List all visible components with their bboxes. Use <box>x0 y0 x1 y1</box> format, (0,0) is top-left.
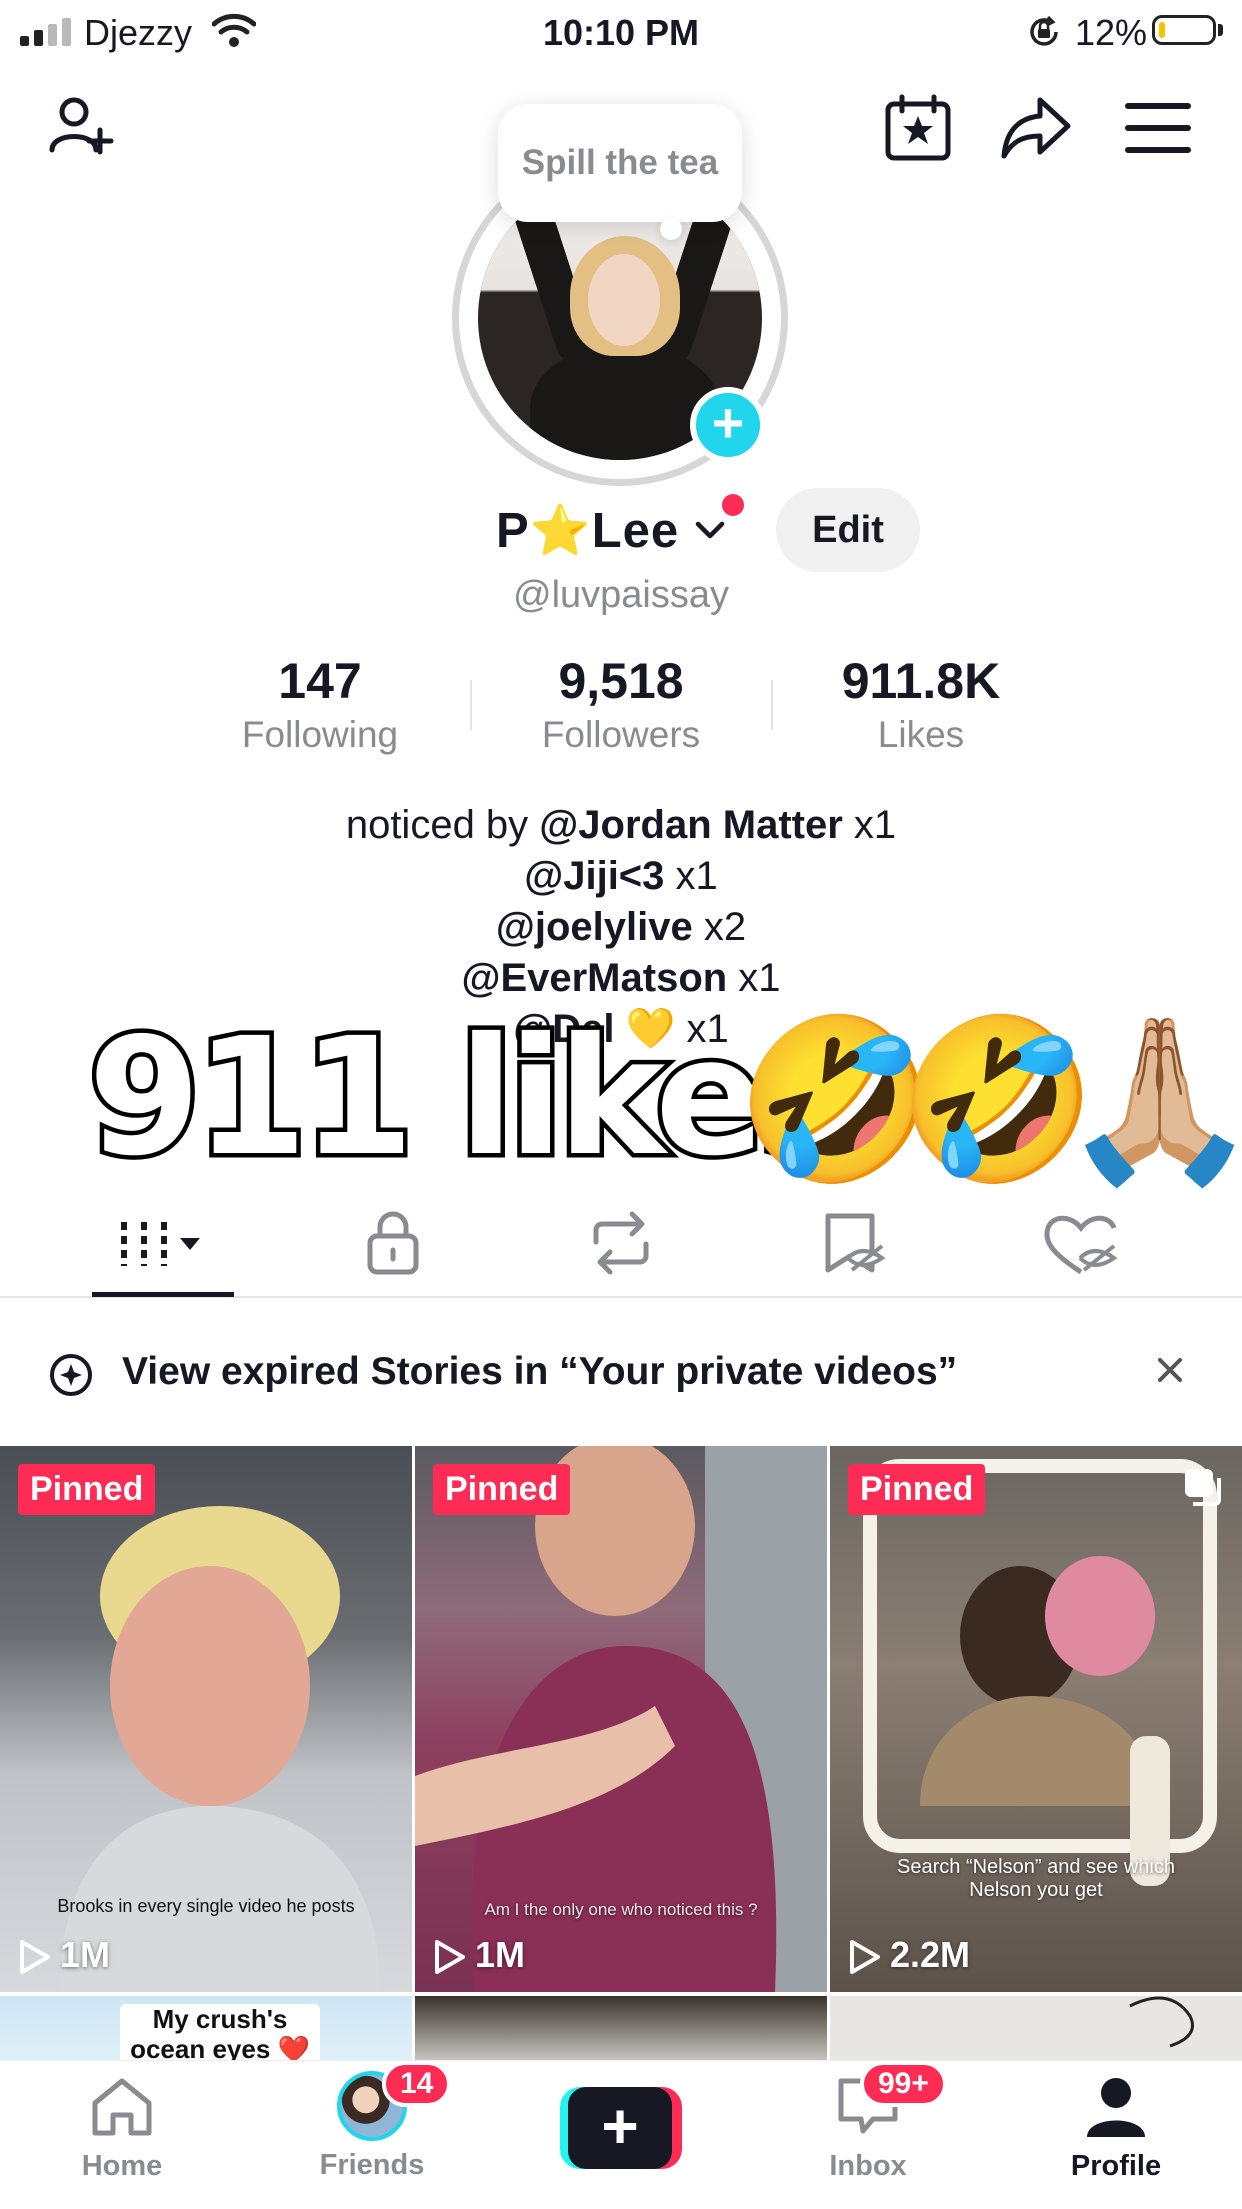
video-caption: Am I the only one who noticed this ? <box>484 1900 758 1919</box>
pinned-badge: Pinned <box>848 1464 986 1515</box>
videos-grid-icon[interactable] <box>118 1208 208 1278</box>
video-thumbnail[interactable]: Pinned Brooks in every single video he p… <box>0 1446 412 1992</box>
profile-tabs <box>0 1190 1242 1298</box>
bio-text: x1 <box>727 956 781 1000</box>
battery-icon <box>1152 15 1216 45</box>
multi-photo-icon <box>1185 1469 1221 1506</box>
battery-percent: 12% <box>1075 12 1148 53</box>
stat-label: Followers <box>541 714 701 755</box>
view-count: 2.2M <box>848 1934 970 1976</box>
display-name[interactable]: P⭐Lee <box>496 502 679 559</box>
create-plus-icon: + <box>568 2087 672 2169</box>
stat-label: Likes <box>877 714 965 755</box>
private-lock-icon[interactable] <box>348 1208 438 1278</box>
create-button[interactable]: + <box>560 2087 682 2169</box>
calendar-star-icon[interactable] <box>882 92 954 164</box>
bio-text: x1 <box>664 854 718 898</box>
status-bar: Djezzy 10:10 PM 12% <box>0 0 1242 64</box>
view-count: 1M <box>18 1934 110 1976</box>
liked-hidden-icon[interactable] <box>1036 1208 1126 1278</box>
pray-emoji: 🙏🏼 <box>1060 1010 1242 1189</box>
friends-badge: 14 <box>382 2061 452 2107</box>
note-bubble-tail <box>660 218 682 240</box>
bio-mention[interactable]: @Jordan Matter <box>539 803 843 847</box>
close-icon[interactable] <box>1150 1350 1190 1390</box>
expired-stories-banner[interactable]: View expired Stories in “Your private vi… <box>0 1336 1242 1416</box>
story-plus-icon <box>50 1354 92 1396</box>
thumbnail-art <box>1129 1996 1194 2048</box>
bio-text: x1 <box>842 803 897 847</box>
video-thumbnail[interactable] <box>830 1996 1242 2060</box>
video-caption: My crush's ocean eyes ❤️ <box>120 2004 320 2060</box>
play-icon <box>20 1940 50 1975</box>
stat-value: 9,518 <box>558 653 684 709</box>
nav-label: Friends <box>319 2149 425 2181</box>
video-thumbnail[interactable]: My crush's ocean eyes ❤️ <box>0 1996 412 2060</box>
view-count: 1M <box>433 1934 525 1976</box>
add-friend-icon[interactable] <box>46 92 118 164</box>
rotation-lock-icon <box>1030 15 1058 46</box>
note-bubble[interactable]: Spill the tea <box>498 104 742 222</box>
stat-divider <box>470 680 472 730</box>
stat-followers[interactable]: 9,518 Followers <box>491 652 751 756</box>
video-thumbnail[interactable] <box>415 1996 827 2060</box>
notification-dot <box>722 494 744 516</box>
profile-icon <box>1087 2078 1145 2137</box>
repost-icon[interactable] <box>576 1208 666 1278</box>
video-caption: Brooks in every single video he posts <box>57 1896 355 1916</box>
chevron-down-icon[interactable] <box>692 512 728 548</box>
play-icon <box>435 1940 465 1975</box>
nav-inbox[interactable]: Inbox 99+ <box>768 2061 968 2183</box>
bio-text: noticed by <box>345 803 540 847</box>
nav-friends[interactable]: Friends 14 <box>272 2061 472 2182</box>
bio-mention[interactable]: @EverMatson <box>461 956 727 1000</box>
share-icon[interactable] <box>1000 92 1072 164</box>
video-thumbnail[interactable]: Pinned Am I the only one who noticed thi… <box>415 1446 827 1992</box>
video-caption: Search “Nelson” and see which Nelson you… <box>897 1856 1175 1901</box>
stat-value: 911.8K <box>841 653 1001 709</box>
bottom-nav: Home Friends 14 + Inbox 99+ Profile <box>0 2060 1242 2209</box>
add-story-button[interactable]: + <box>690 387 766 463</box>
stat-following[interactable]: 147 Following <box>190 652 450 756</box>
thumbnail-art <box>863 1459 1217 1886</box>
username: @luvpaissay <box>513 574 729 616</box>
nav-label: Home <box>81 2150 163 2182</box>
bio-text: x2 <box>692 905 747 949</box>
play-icon <box>850 1940 880 1975</box>
bio-mention[interactable]: @Jiji<3 <box>524 854 664 898</box>
home-icon <box>92 2078 152 2136</box>
nav-home[interactable]: Home <box>22 2075 222 2183</box>
pinned-badge: Pinned <box>433 1464 571 1515</box>
edit-profile-button[interactable]: Edit <box>776 488 920 572</box>
menu-icon[interactable] <box>1122 92 1194 164</box>
stat-label: Following <box>241 714 399 755</box>
video-thumbnail[interactable]: Pinned Search “Nelson” and see which Nel… <box>830 1446 1242 1992</box>
battery-tip <box>1218 24 1223 36</box>
stat-value: 147 <box>278 653 362 709</box>
banner-text: View expired Stories in “Your private vi… <box>122 1350 958 1393</box>
active-tab-indicator <box>92 1292 234 1297</box>
stat-divider <box>771 680 773 730</box>
inbox-badge: 99+ <box>860 2061 947 2107</box>
nav-profile[interactable]: Profile <box>1016 2075 1216 2183</box>
stat-likes[interactable]: 911.8K Likes <box>791 652 1051 756</box>
nav-label: Inbox <box>829 2150 907 2182</box>
video-grid: Pinned Brooks in every single video he p… <box>0 1446 1242 2060</box>
favorites-hidden-icon[interactable] <box>808 1208 898 1278</box>
pinned-badge: Pinned <box>18 1464 156 1515</box>
nav-label: Profile <box>1070 2150 1162 2182</box>
bio-mention[interactable]: @joelylive <box>496 905 693 949</box>
